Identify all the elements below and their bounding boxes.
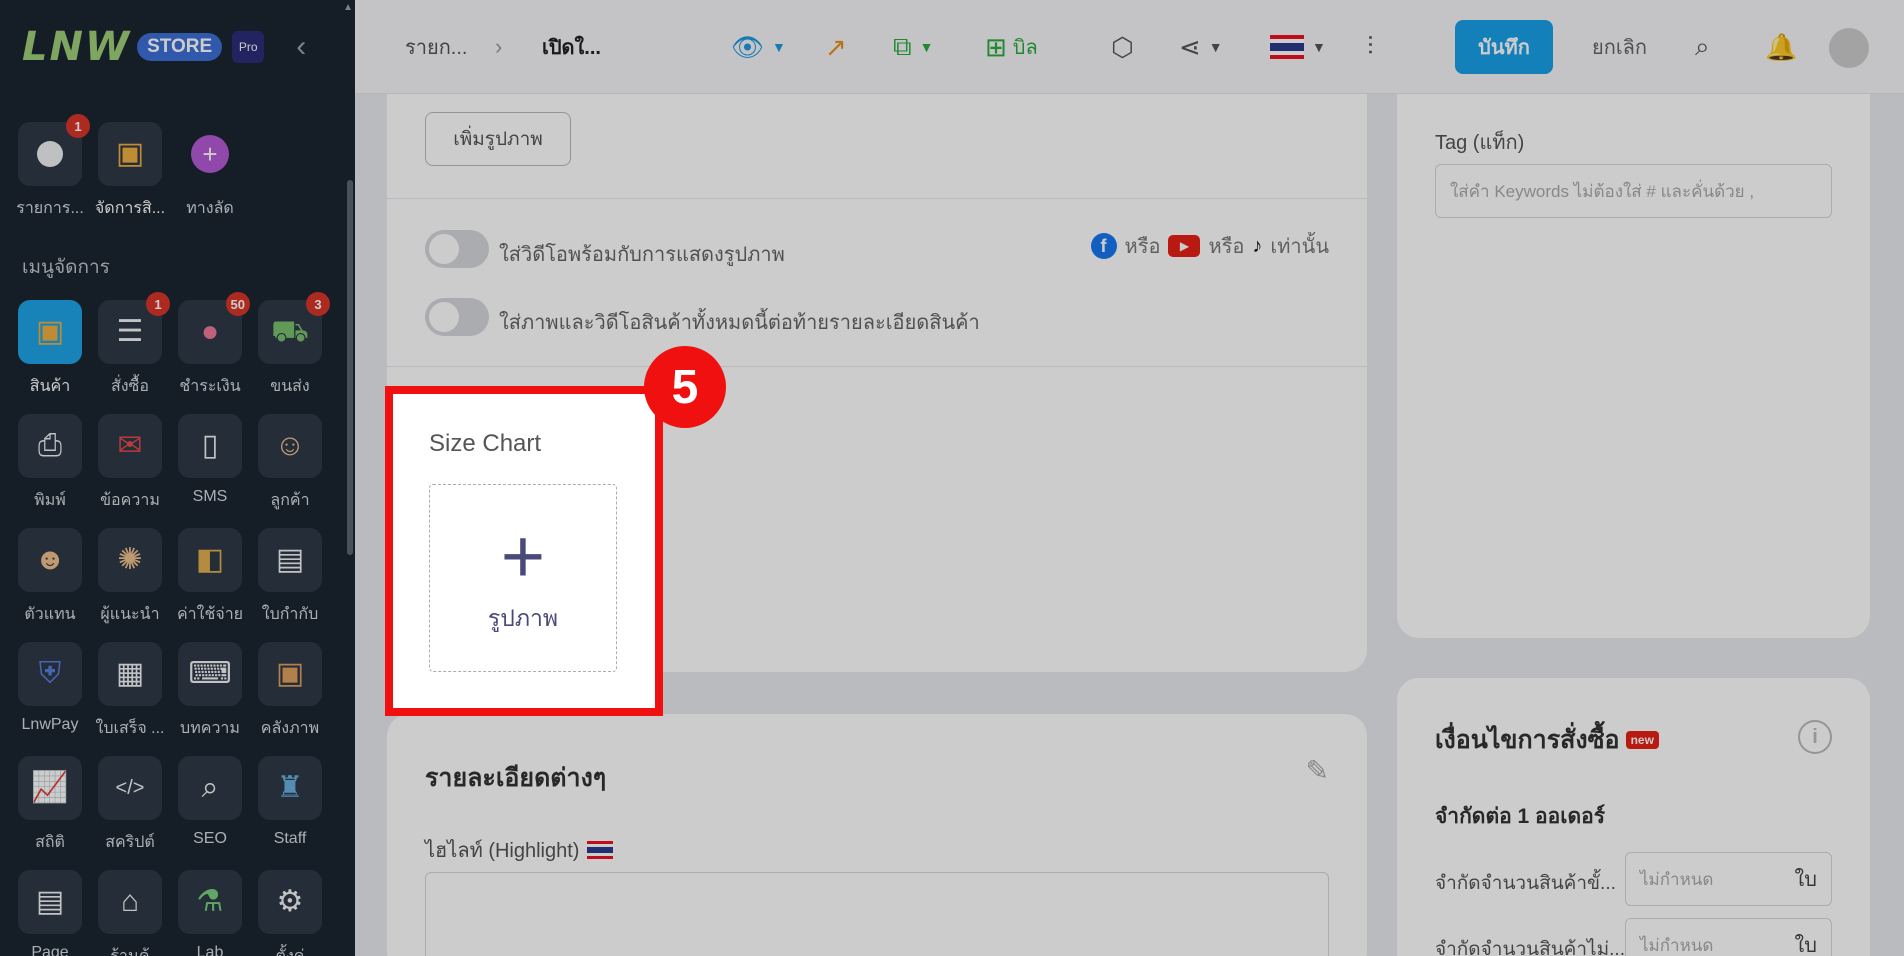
dim-overlay <box>0 0 1904 956</box>
upload-label: รูปภาพ <box>487 605 559 631</box>
plus-icon: + <box>500 514 546 599</box>
size-chart-highlight: Size Chart + รูปภาพ <box>385 386 663 716</box>
step-number-badge: 5 <box>644 346 726 428</box>
size-chart-title: Size Chart <box>429 430 542 457</box>
size-chart-upload[interactable]: + รูปภาพ <box>429 484 617 672</box>
